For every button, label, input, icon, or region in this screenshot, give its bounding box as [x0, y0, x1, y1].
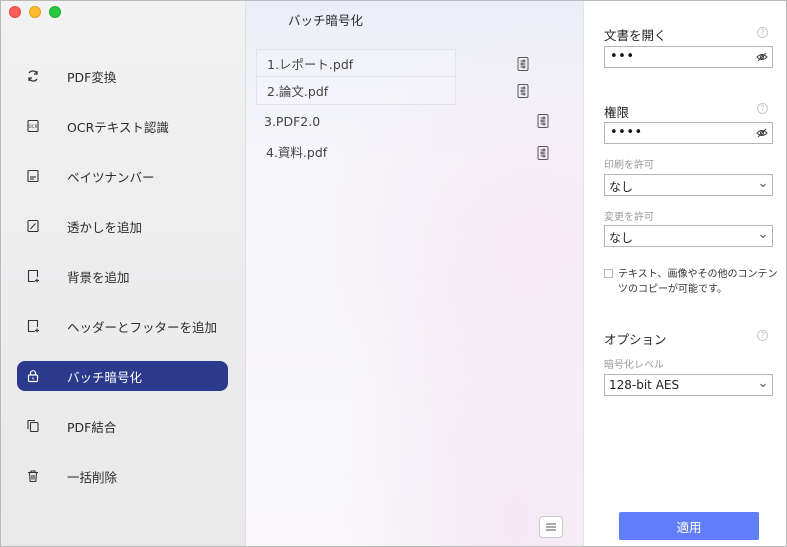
svg-text:OCR: OCR [29, 124, 38, 129]
page-title: バッチ暗号化 [288, 13, 364, 28]
sidebar-item-ocr[interactable]: OCR OCRテキスト認識 [17, 111, 228, 141]
file-settings-icon[interactable] [536, 113, 550, 129]
sidebar-item-background[interactable]: 背景を追加 [17, 261, 228, 291]
minimize-window-button[interactable] [29, 6, 41, 18]
file-list: 1.レポート.pdf 2.論文.pdf 3.PDF2.0 4.資料.pdf [256, 49, 566, 165]
sidebar-item-header-footer[interactable]: ヘッダーとフッターを追加 [17, 311, 228, 341]
sidebar-item-batch-encrypt[interactable]: バッチ暗号化 [17, 361, 228, 391]
print-permission-select[interactable]: なし [604, 174, 773, 196]
sidebar-item-combine[interactable]: PDF結合 [17, 411, 228, 441]
close-window-button[interactable] [9, 6, 21, 18]
options-title: オプション [604, 332, 667, 347]
file-name: 1.レポート.pdf [267, 56, 354, 72]
list-menu-button[interactable] [539, 516, 563, 538]
eye-off-icon[interactable] [756, 52, 768, 62]
change-permission-select[interactable]: なし [604, 225, 773, 247]
sidebar-item-watermark[interactable]: 透かしを追加 [17, 211, 228, 241]
help-icon[interactable]: ? [757, 330, 768, 341]
select-value: なし [609, 180, 634, 194]
header-footer-icon [25, 318, 41, 334]
file-list-area: バッチ暗号化 1.レポート.pdf 2.論文.pdf 3.PDF2.0 4.資料… [246, 1, 583, 546]
chevron-down-icon [760, 234, 766, 239]
sidebar: PDF変換 OCR OCRテキスト認識 ベイツナンバー 透かしを追加 背景を追加… [1, 1, 246, 546]
password-value: ••• [610, 49, 635, 64]
sidebar-nav: PDF変換 OCR OCRテキスト認識 ベイツナンバー 透かしを追加 背景を追加… [17, 61, 228, 511]
trash-icon [25, 468, 41, 484]
help-icon[interactable]: ? [757, 27, 768, 38]
change-permission-label: 変更を許可 [604, 212, 654, 223]
file-name: 3.PDF2.0 [264, 113, 321, 129]
file-row[interactable]: 3.PDF2.0 [256, 107, 566, 135]
open-doc-title: 文書を開く [604, 28, 667, 43]
list-icon [546, 523, 556, 531]
sidebar-item-label: 一括削除 [67, 469, 118, 485]
zoom-window-button[interactable] [49, 6, 61, 18]
file-settings-icon[interactable] [516, 83, 530, 99]
sidebar-item-label: ヘッダーとフッターを追加 [67, 319, 218, 335]
app-window: PDF変換 OCR OCRテキスト認識 ベイツナンバー 透かしを追加 背景を追加… [0, 0, 787, 547]
apply-button[interactable]: 適用 [619, 512, 759, 540]
sidebar-item-label: PDF変換 [67, 69, 117, 85]
watermark-icon [25, 218, 41, 234]
open-password-field[interactable]: ••• [604, 46, 773, 68]
encryption-level-select[interactable]: 128-bit AES [604, 374, 773, 396]
bates-icon [25, 168, 41, 184]
print-permission-label: 印刷を許可 [604, 160, 654, 171]
sidebar-item-label: PDF結合 [67, 419, 117, 435]
copy-permission-label: テキスト、画像やその他のコンテンツのコピーが可能です。 [618, 269, 778, 295]
lock-icon [25, 368, 41, 384]
ocr-icon: OCR [25, 118, 41, 134]
eye-off-icon[interactable] [756, 128, 768, 138]
combine-icon [25, 418, 41, 434]
sidebar-item-label: 透かしを追加 [67, 219, 143, 235]
permission-password-field[interactable]: •••• [604, 122, 773, 144]
convert-icon [25, 68, 41, 84]
file-name: 4.資料.pdf [266, 144, 328, 160]
copy-permission-checkbox[interactable] [604, 269, 613, 278]
permissions-title: 権限 [604, 105, 630, 120]
help-icon[interactable]: ? [757, 103, 768, 114]
password-value: •••• [610, 125, 643, 140]
window-controls [9, 6, 61, 18]
file-row[interactable]: 4.資料.pdf [256, 137, 566, 165]
sidebar-item-label: バッチ暗号化 [67, 369, 143, 385]
sidebar-item-pdf-convert[interactable]: PDF変換 [17, 61, 228, 91]
sidebar-item-bates[interactable]: ベイツナンバー [17, 161, 228, 191]
file-name: 2.論文.pdf [267, 84, 329, 99]
encryption-level-label: 暗号化レベル [604, 360, 664, 371]
chevron-down-icon [760, 383, 766, 388]
chevron-down-icon [760, 183, 766, 188]
background-icon [25, 268, 41, 284]
file-row[interactable]: 2.論文.pdf [256, 77, 529, 105]
select-value: 128-bit AES [609, 378, 680, 392]
sidebar-item-label: OCRテキスト認識 [67, 119, 169, 135]
sidebar-item-batch-delete[interactable]: 一括削除 [17, 461, 228, 491]
file-settings-icon[interactable] [536, 145, 550, 161]
file-row[interactable]: 1.レポート.pdf [256, 49, 529, 77]
settings-panel: 文書を開く ? ••• 権限 ? •••• 印刷を許可 なし 変更を許可 なし [583, 1, 786, 546]
select-value: なし [609, 231, 634, 245]
sidebar-item-label: ベイツナンバー [67, 169, 155, 185]
sidebar-item-label: 背景を追加 [67, 269, 130, 285]
file-settings-icon[interactable] [516, 56, 530, 72]
